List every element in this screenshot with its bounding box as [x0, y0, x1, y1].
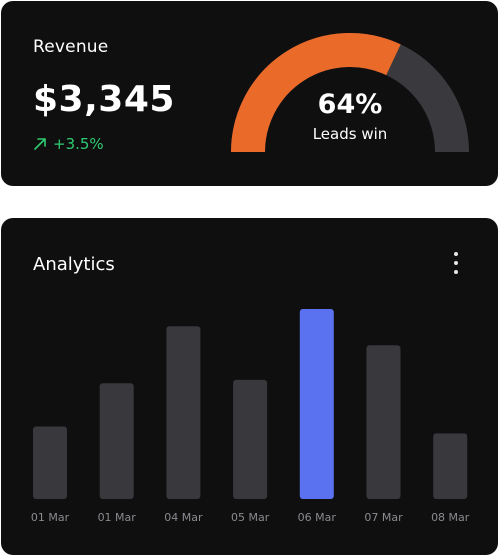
bar-2[interactable]	[166, 326, 201, 499]
analytics-bar-chart: 01 Mar 01 Mar 04 Mar 05 Mar 06 Mar 07 Mar 08 M…	[31, 309, 470, 524]
revenue-title: Revenue	[33, 37, 109, 57]
revenue-change: +3.5%	[33, 135, 104, 153]
bar-6[interactable]	[433, 433, 468, 499]
analytics-card: Analytics 01 Mar 01 Mar 04 Mar 05 Mar 06 Mar…	[1, 218, 498, 555]
x-tick-label: 07 Mar	[364, 511, 403, 524]
revenue-value: $3,345	[33, 79, 175, 120]
bar-5[interactable]	[366, 345, 401, 499]
arrow-up-right-icon	[34, 138, 46, 150]
revenue-card: Revenue $3,345 +3.5% 64% Leads win	[1, 1, 498, 186]
x-tick-label: 01 Mar	[31, 511, 70, 524]
bar-1[interactable]	[99, 383, 134, 499]
x-tick-label: 05 Mar	[231, 511, 270, 524]
bar-0[interactable]	[33, 426, 67, 499]
x-tick-label: 06 Mar	[298, 511, 337, 524]
gauge-percent: 64%	[317, 89, 383, 120]
gauge-label: Leads win	[312, 125, 388, 143]
bar-4[interactable]	[299, 309, 334, 499]
x-tick-label: 01 Mar	[98, 511, 137, 524]
x-tick-label: 08 Mar	[431, 511, 470, 524]
revenue-change-value: +3.5%	[53, 135, 104, 153]
bar-3[interactable]	[233, 379, 268, 499]
x-tick-label: 04 Mar	[164, 511, 203, 524]
